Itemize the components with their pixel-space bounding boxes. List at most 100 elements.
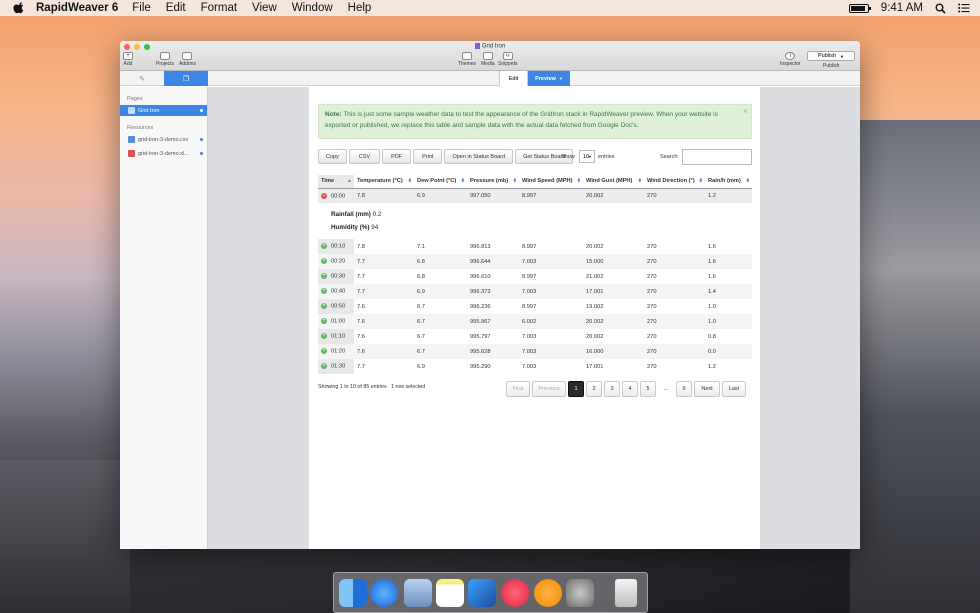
page-4-button[interactable]: 4 — [622, 381, 638, 397]
menu-file[interactable]: File — [132, 2, 151, 14]
expand-icon[interactable]: + — [321, 348, 327, 355]
window-title: Grid Iron — [120, 43, 860, 50]
tab-pages-settings[interactable]: ✎ — [120, 71, 164, 86]
table-row[interactable]: +00:50 7.6 6.7 996.236 8.997 19.002 270 1.0 — [318, 299, 752, 314]
table-row[interactable]: +01:10 7.6 6.7 995.797 7.003 20.002 270 0.8 — [318, 329, 752, 344]
clock[interactable]: 9:41 AM — [881, 2, 923, 14]
expand-icon[interactable]: + — [321, 318, 327, 325]
table-row[interactable]: +00:20 7.7 6.8 996.644 7.003 15.000 270 1.6 — [318, 254, 752, 269]
sidebar-item-xls[interactable]: grid-iron-3-demo.xl... — [120, 148, 207, 159]
copy-button[interactable]: Copy — [318, 149, 347, 164]
plus-icon: + — [123, 52, 133, 60]
expand-icon[interactable]: + — [321, 363, 327, 370]
menu-window[interactable]: Window — [292, 2, 333, 14]
table-row[interactable]: +00:40 7.7 6.9 996.373 7.003 17.001 270 1.4 — [318, 284, 752, 299]
cell-pressure: 995.628 — [467, 344, 519, 359]
page-9-button[interactable]: 9 — [676, 381, 692, 397]
cell-wind-gust: 17.001 — [586, 363, 604, 370]
finder-icon[interactable] — [339, 579, 367, 607]
safari-icon[interactable] — [370, 579, 398, 607]
col-wind-direction[interactable]: Wind Direction (°) ⬍ — [644, 175, 705, 189]
col-wind-gust[interactable]: Wind Gust (MPH) ⬍ — [583, 175, 644, 189]
open-status-board-button[interactable]: Open in Status Board — [444, 149, 514, 164]
sidebar-item-grid-iron[interactable]: Grid Iron — [120, 105, 207, 116]
collapse-icon[interactable]: − — [321, 192, 327, 199]
page-1-button[interactable]: 1 — [568, 381, 584, 397]
table-row[interactable]: +01:00 7.6 6.7 995.967 6.002 20.002 270 1.0 — [318, 314, 752, 329]
notes-icon[interactable] — [436, 579, 464, 607]
cell-temperature: 7.6 — [357, 333, 365, 340]
col-wind-speed[interactable]: Wind Speed (MPH) ⬍ — [519, 175, 583, 189]
rapidweaver-icon[interactable] — [468, 579, 496, 607]
pdf-button[interactable]: PDF — [382, 149, 412, 164]
close-icon[interactable]: × — [743, 106, 748, 117]
media-button[interactable]: Media — [481, 52, 495, 67]
cell-wind-direction: 270 — [647, 243, 657, 250]
previous-page-button[interactable]: Previous — [532, 381, 566, 397]
themes-button[interactable]: Themes — [458, 52, 476, 67]
inspector-button[interactable]: i Inspector — [780, 52, 801, 67]
first-page-button[interactable]: First — [506, 381, 530, 397]
app-menu[interactable]: RapidWeaver 6 — [36, 2, 118, 14]
wrench-icon: ✎ — [139, 75, 145, 83]
tab-preview[interactable]: Preview ▼ — [527, 71, 570, 86]
expand-icon[interactable]: + — [321, 303, 327, 310]
col-pressure[interactable]: Pressure (mb) ⬍ — [467, 175, 519, 189]
ibooks-icon[interactable] — [534, 579, 562, 607]
notification-center-icon[interactable] — [958, 3, 970, 13]
itunes-icon[interactable] — [501, 579, 529, 607]
addons-button[interactable]: Addons — [179, 52, 196, 67]
system-preferences-icon[interactable] — [566, 579, 594, 607]
tab-pages[interactable]: ❐ — [164, 71, 208, 86]
table-row[interactable]: +01:30 7.7 6.9 995.290 7.003 17.001 270 1.2 — [318, 359, 752, 374]
tab-edit[interactable]: Edit — [499, 71, 527, 86]
add-button[interactable]: + Add — [123, 52, 133, 67]
cell-wind-gust: 21.002 — [586, 273, 604, 280]
expand-icon[interactable]: + — [321, 333, 327, 340]
table-row[interactable]: +00:10 7.8 7.1 996.813 8.997 20.002 270 1.6 — [318, 239, 752, 254]
csv-file-icon — [128, 136, 135, 143]
table-row[interactable]: +01:20 7.6 6.7 995.628 7.003 16.000 270 0.0 — [318, 344, 752, 359]
table-row[interactable]: +00:30 7.7 6.8 996.610 8.997 21.002 270 1.6 — [318, 269, 752, 284]
search-input[interactable] — [682, 149, 752, 165]
page-2-button[interactable]: 2 — [586, 381, 602, 397]
csv-button[interactable]: CSV — [348, 149, 381, 164]
table-row-expanded[interactable]: −00:00 7.8 6.9 997.050 8.997 20.002 270 1.2 — [318, 188, 752, 203]
preview-app-icon[interactable] — [404, 579, 432, 607]
menu-help[interactable]: Help — [348, 2, 372, 14]
menu-edit[interactable]: Edit — [166, 2, 186, 14]
sort-icon: ⬍ — [576, 178, 581, 185]
expand-icon[interactable]: + — [321, 258, 327, 265]
col-dew-point[interactable]: Dew Point (°C) ⬍ — [414, 175, 467, 189]
menu-format[interactable]: Format — [201, 2, 237, 14]
cell-time: +00:10 — [318, 239, 354, 254]
publish-dropdown[interactable]: Publish ▼ — [807, 51, 855, 61]
col-time[interactable]: Time ▲ — [318, 175, 354, 189]
info-icon: i — [785, 52, 796, 60]
projects-button[interactable]: Projects — [156, 52, 174, 67]
expand-icon[interactable]: + — [321, 288, 327, 295]
apple-icon[interactable] — [12, 2, 26, 14]
table-info: Showing 1 to 10 of 85 entries 1 row sele… — [318, 384, 426, 390]
page-5-button[interactable]: 5 — [640, 381, 656, 397]
cell-time: +00:50 — [318, 299, 354, 314]
col-temperature[interactable]: Temperature (°C) ⬍ — [354, 175, 414, 189]
spotlight-search-icon[interactable] — [935, 3, 946, 14]
page-3-button[interactable]: 3 — [604, 381, 620, 397]
print-button[interactable]: Print — [413, 149, 443, 164]
cell-rain: 1.6 — [708, 273, 716, 280]
sidebar-item-csv[interactable]: grid-iron-3-demo.csv — [120, 134, 207, 145]
cell-wind-speed: 7.003 — [519, 254, 583, 269]
menu-view[interactable]: View — [252, 2, 277, 14]
battery-icon[interactable] — [848, 3, 871, 13]
snippets-button[interactable]: ‹› Snippets — [498, 52, 517, 67]
trash-icon[interactable] — [615, 579, 637, 607]
col-rain[interactable]: Rain/h (mm) ⬍ — [705, 175, 752, 189]
expand-icon[interactable]: + — [321, 243, 327, 250]
next-page-button[interactable]: Next — [694, 381, 720, 397]
cell-time: +01:20 — [318, 344, 354, 359]
entries-select[interactable]: 10 ▾ — [579, 150, 595, 163]
last-page-button[interactable]: Last — [722, 381, 746, 397]
expand-icon[interactable]: + — [321, 273, 327, 280]
cell-dew-point: 6.8 — [417, 273, 425, 280]
